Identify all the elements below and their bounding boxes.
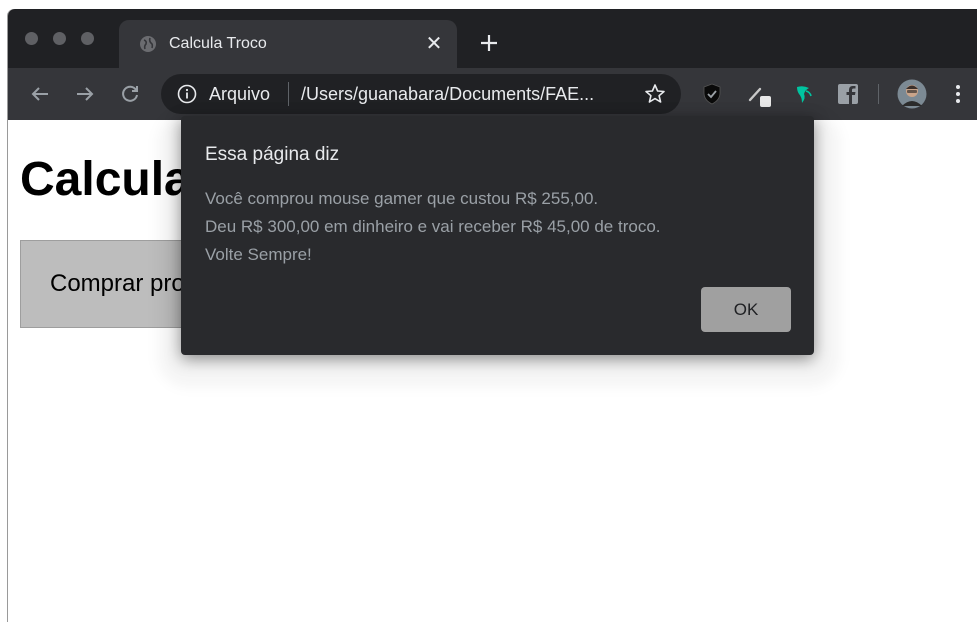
profile-avatar[interactable] (897, 79, 927, 109)
info-icon[interactable] (177, 84, 197, 104)
forward-arrow-icon[interactable] (73, 82, 97, 106)
teal-bird-extension-icon[interactable] (790, 81, 816, 107)
scheme-label: Arquivo (209, 84, 271, 104)
toolbar-divider (878, 84, 879, 104)
star-icon[interactable] (643, 82, 667, 106)
alert-dialog: Essa página diz Você comprou mouse gamer… (181, 116, 814, 355)
dialog-title: Essa página diz (205, 144, 340, 165)
back-arrow-icon[interactable] (28, 82, 52, 106)
close-tab-icon[interactable]: ✕ (422, 32, 446, 56)
tab-title: Calcula Troco (169, 35, 267, 52)
ok-button[interactable]: OK (701, 287, 791, 332)
tab-calcula-troco[interactable]: Calcula Troco ✕ (119, 20, 457, 68)
dialog-message-line: Você comprou mouse gamer que custou R$ 2… (205, 189, 599, 208)
zoom-window-dot[interactable] (81, 32, 94, 45)
menu-dots-icon[interactable] (945, 81, 971, 107)
dialog-message-line: Volte Sempre! (205, 245, 312, 264)
dialog-message: Você comprou mouse gamer que custou R$ 2… (205, 185, 661, 269)
address-divider (288, 82, 289, 106)
close-window-dot[interactable] (25, 32, 38, 45)
pen-extension-icon[interactable] (745, 81, 771, 107)
dialog-message-line: Deu R$ 300,00 em dinheiro e vai receber … (205, 217, 661, 236)
minimize-window-dot[interactable] (53, 32, 66, 45)
reload-icon[interactable] (118, 82, 142, 106)
new-tab-icon[interactable] (476, 30, 502, 56)
globe-icon (140, 36, 156, 52)
url-text[interactable]: /Users/guanabara/Documents/FAE... (301, 84, 594, 104)
facebook-extension-icon[interactable] (835, 81, 861, 107)
tab-strip: Calcula Troco ✕ (8, 9, 977, 68)
address-bar[interactable]: Arquivo /Users/guanabara/Documents/FAE..… (161, 74, 681, 114)
shield-extension-icon[interactable] (699, 81, 725, 107)
